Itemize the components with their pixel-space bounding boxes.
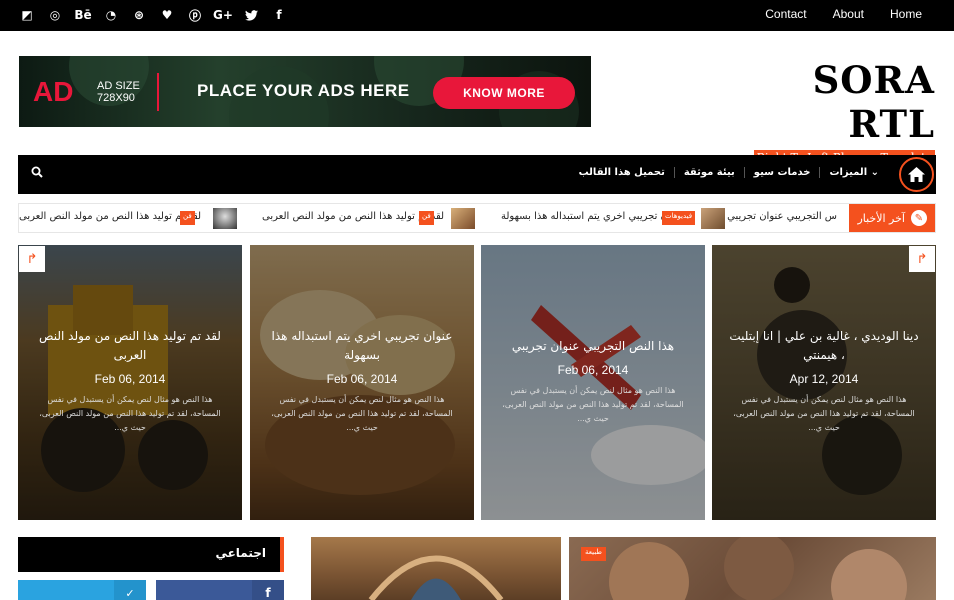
post-image	[609, 537, 907, 600]
facebook-follow-box[interactable]: f	[156, 580, 284, 600]
home-button[interactable]	[899, 157, 934, 192]
ticker-thumbnail[interactable]	[451, 208, 475, 229]
know-more-button[interactable]: KNOW MORE	[433, 77, 575, 109]
post-image	[368, 555, 504, 600]
nav-item-features[interactable]: الميزات ⌄	[819, 167, 888, 178]
card-title[interactable]: لقد تم توليد هذا النص من مولد النص العرب…	[32, 327, 228, 365]
social-links: ◩ ◎ Bē ◔ ⊛ ♥ ⓟ G+ f	[20, 8, 286, 23]
card-excerpt: هذا النص هو مثال لنص يمكن أن يستبدل في ن…	[733, 395, 915, 432]
site-logo[interactable]: SORA RTL Right To Left Blogger Template	[753, 58, 935, 165]
ticker-item[interactable]: س التجريبي عنوان تجريبي	[727, 211, 837, 222]
site-title[interactable]: SORA RTL	[753, 58, 935, 146]
ticker-item[interactable]: لقد تم توليد هذا النص من مولد النص العرب…	[19, 211, 201, 222]
facebook-icon: f	[252, 580, 284, 600]
featured-card[interactable]: ↱ دينا الوديدي ، غالية بن علي | انا إبتل…	[712, 245, 936, 520]
post-thumbnail[interactable]: طبيعة	[569, 537, 936, 600]
card-title[interactable]: دينا الوديدي ، غالية بن علي | انا إبتليت…	[726, 327, 922, 365]
nav-item-seo-services[interactable]: خدمات سيو	[743, 167, 820, 178]
ticker-item[interactable]: عنوان تجريبي اخري يتم استبداله هذا بسهول…	[501, 211, 685, 222]
facebook-icon[interactable]: f	[272, 8, 286, 22]
instagram-icon[interactable]: ◎	[48, 8, 62, 22]
ad-size-line2: 728X90	[97, 92, 135, 104]
featured-card[interactable]: هذا النص التجريبي عنوان تجريبي Feb 06, 2…	[481, 245, 705, 520]
twitter-follow-box[interactable]: ✓	[18, 580, 146, 600]
ad-size-line1: AD SIZE	[97, 80, 140, 92]
card-excerpt: هذا النص هو مثال لنص يمكن أن يستبدل في ن…	[39, 395, 221, 432]
nav-menu: الميزات ⌄ خدمات سيو بيئة موثقة تحميل هذا…	[570, 167, 888, 178]
twitter-icon: ✓	[114, 580, 146, 600]
ad-headline: PLACE YOUR ADS HERE	[197, 81, 410, 100]
featured-card[interactable]: عنوان تجريبي اخري يتم استبداله هذا بسهول…	[250, 245, 474, 520]
search-icon[interactable]	[31, 166, 43, 182]
rss-icon[interactable]: ◔	[104, 8, 118, 22]
card-date: Feb 06, 2014	[326, 372, 398, 386]
card-title[interactable]: هذا النص التجريبي عنوان تجريبي	[495, 337, 691, 356]
twitter-icon[interactable]	[244, 8, 258, 22]
card-date: Feb 06, 2014	[94, 372, 166, 386]
ad-label: AD	[33, 76, 74, 107]
top-bar: ◩ ◎ Bē ◔ ⊛ ♥ ⓟ G+ f Contact About Home	[0, 0, 954, 31]
widget-title-text: اجتماعي	[215, 546, 266, 560]
ticker-thumbnail[interactable]	[701, 208, 725, 229]
main-nav: الميزات ⌄ خدمات سيو بيئة موثقة تحميل هذا…	[18, 155, 936, 194]
ticker-badge[interactable]: فن	[180, 211, 195, 225]
post-thumbnail[interactable]	[311, 537, 561, 600]
ad-banner[interactable]: AD AD SIZE 728X90 PLACE YOUR ADS HERE KN…	[19, 56, 591, 127]
social-widget-title: اجتماعي	[18, 537, 284, 572]
ticker-badge[interactable]: فيديوهات	[662, 211, 696, 225]
heart-icon[interactable]: ♥	[160, 8, 174, 22]
behance-icon[interactable]: Bē	[74, 8, 91, 22]
dribbble-icon[interactable]: ⊛	[132, 8, 146, 22]
card-overlay	[481, 245, 705, 520]
share-icon[interactable]: ↱	[909, 246, 935, 272]
ticker-badge[interactable]: فن	[419, 211, 434, 225]
post-tag[interactable]: طبيعة	[581, 547, 606, 561]
ticker-thumbnail[interactable]	[213, 208, 237, 229]
ad-size-text: AD SIZE 728X90	[97, 80, 140, 104]
contact-link[interactable]: Contact	[765, 7, 806, 21]
google-plus-icon[interactable]: G+	[213, 8, 233, 22]
featured-card[interactable]: ↱ لقد تم توليد هذا النص من مولد النص الع…	[18, 245, 242, 520]
about-link[interactable]: About	[833, 7, 864, 21]
ticker-label: آخر الأخبار ✎	[849, 204, 935, 232]
pinterest-icon[interactable]: ⓟ	[188, 8, 202, 23]
card-date: Feb 06, 2014	[557, 363, 629, 377]
ticker-label-text: آخر الأخبار	[857, 211, 905, 225]
home-link[interactable]: Home	[890, 7, 922, 21]
delicious-icon[interactable]: ◩	[20, 8, 34, 22]
card-date: Apr 12, 2014	[789, 372, 859, 386]
home-icon	[908, 167, 925, 182]
nav-item-documented[interactable]: بيئة موثقة	[673, 167, 744, 178]
nav-item-download[interactable]: تحميل هذا القالب	[570, 167, 674, 178]
card-excerpt: هذا النص هو مثال لنص يمكن أن يستبدل في ن…	[271, 395, 453, 432]
card-title[interactable]: عنوان تجريبي اخري يتم استبداله هذا بسهول…	[264, 327, 460, 365]
ticker-item[interactable]: لقد تم توليد هذا النص من مولد النص العرب…	[262, 211, 444, 222]
top-nav: Contact About Home	[765, 7, 922, 21]
ad-divider	[157, 73, 159, 111]
share-icon[interactable]: ↱	[19, 246, 45, 272]
card-excerpt: هذا النص هو مثال لنص يمكن أن يستبدل في ن…	[502, 386, 684, 423]
news-ticker: آخر الأخبار ✎ س التجريبي عنوان تجريبي عن…	[18, 203, 936, 233]
flame-icon: ✎	[911, 210, 927, 226]
